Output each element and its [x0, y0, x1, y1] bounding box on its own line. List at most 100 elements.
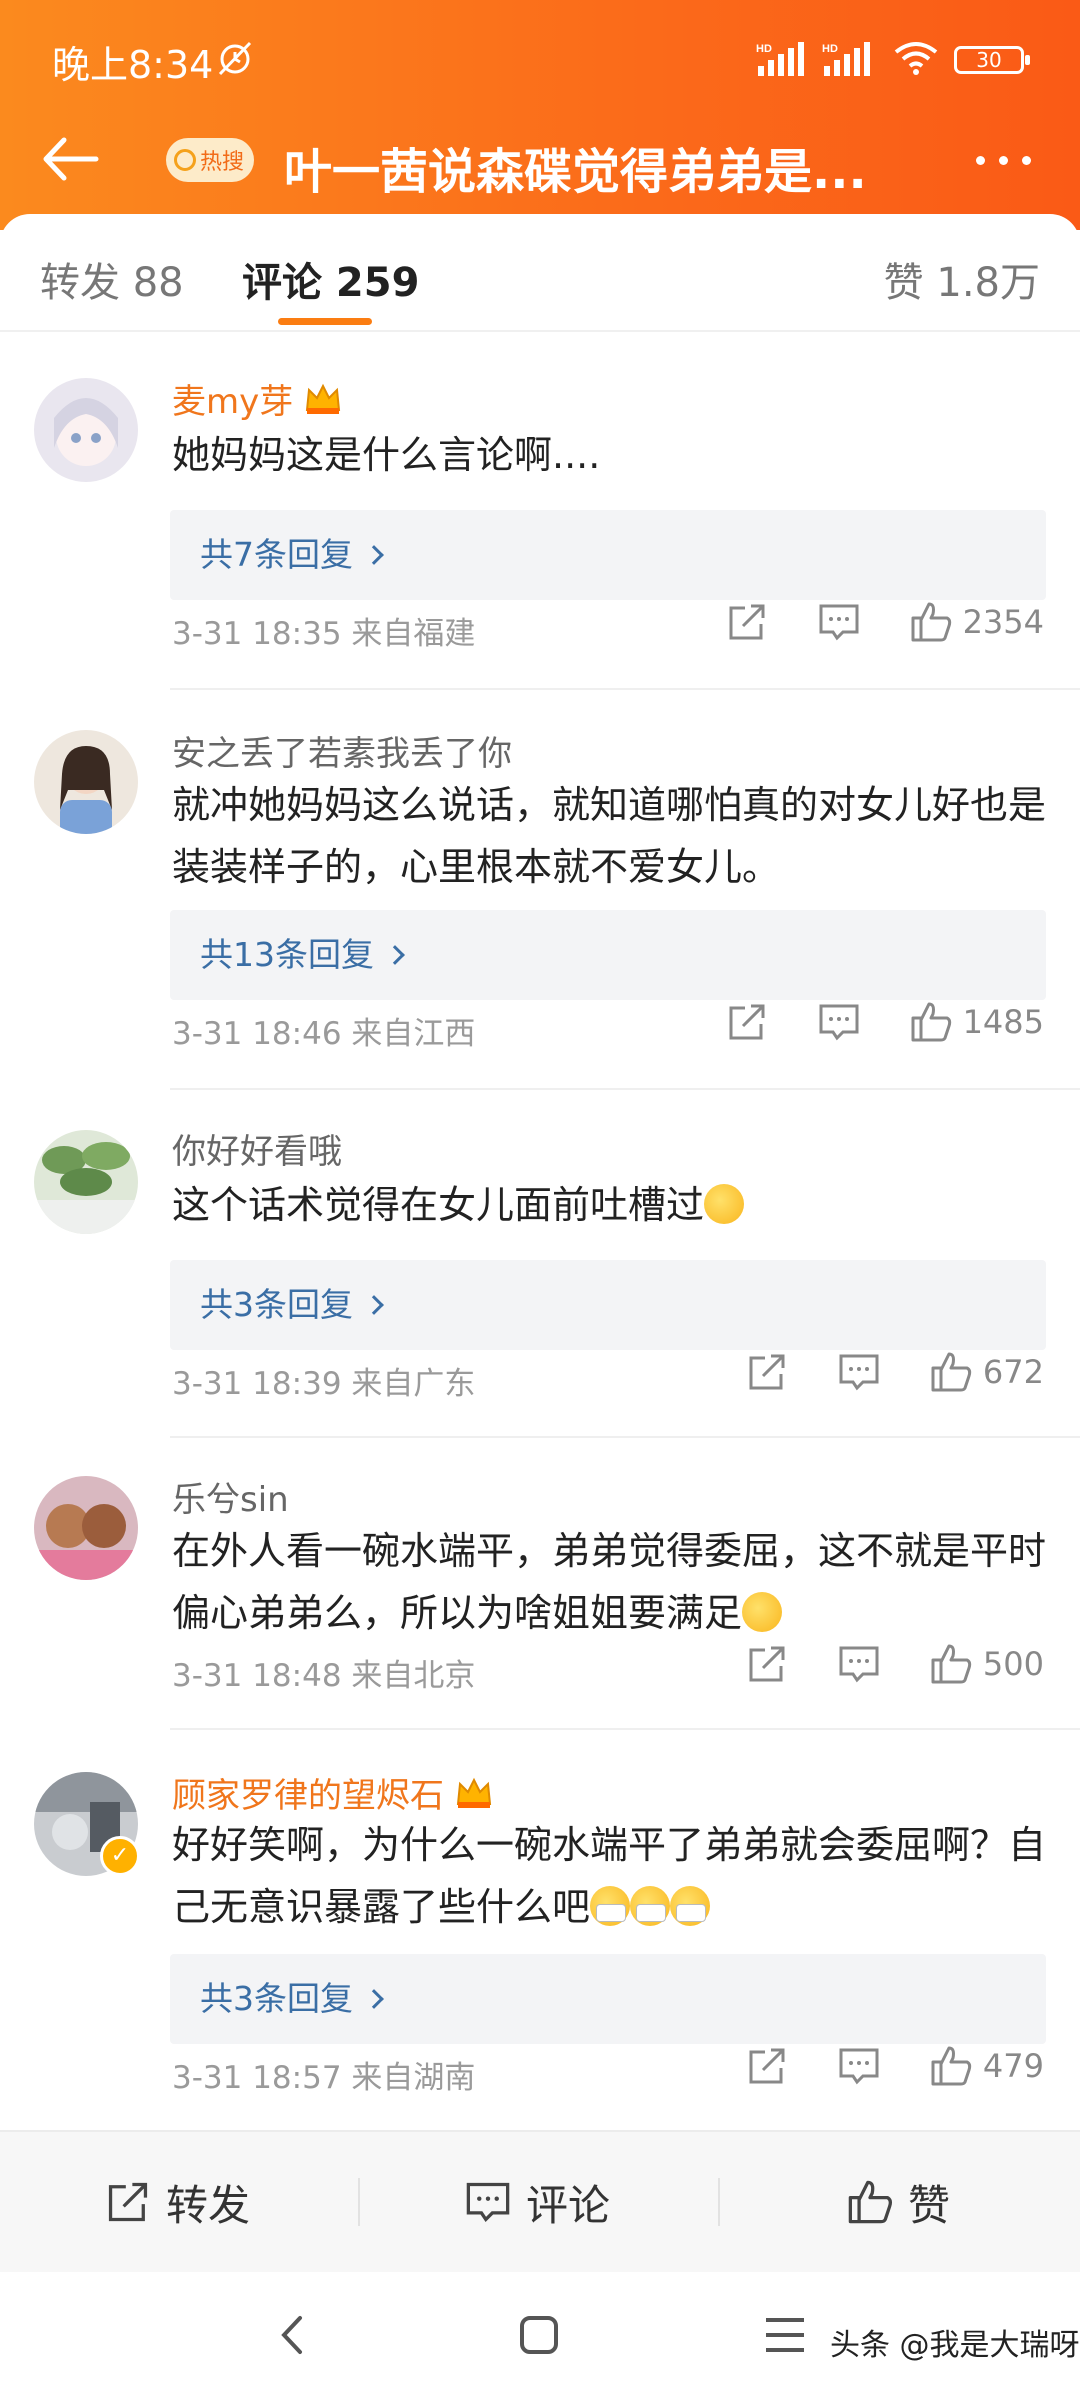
thumbs-up-icon	[931, 1644, 972, 1684]
svg-text:HD: HD	[822, 43, 838, 55]
divider	[170, 688, 1080, 690]
view-replies-button[interactable]: 共3条回复	[170, 1954, 1046, 2044]
watermark: 头条 @我是大瑞呀	[830, 2328, 1080, 2363]
share-icon[interactable]	[745, 1350, 789, 1394]
share-icon[interactable]	[745, 1642, 789, 1686]
divider	[170, 1728, 1080, 1730]
page-title: 叶一茜说森碟觉得弟弟是...	[284, 144, 867, 200]
comments-panel: 转发 88 评论 259 赞 1.8万 麦my芽 她妈妈这是什么言论啊.... …	[0, 214, 1080, 2400]
comment-username[interactable]: 你好好看哦	[172, 1124, 342, 1173]
emoji-mask-icon	[590, 1886, 631, 1926]
share-icon[interactable]	[745, 2044, 789, 2088]
share-icon	[108, 2182, 148, 2222]
like-count: 1485	[962, 1003, 1044, 1041]
share-icon[interactable]	[725, 1000, 769, 1044]
status-bar: 晚上8:34 HD HD 30	[0, 0, 1080, 120]
status-time: 晚上8:34	[52, 43, 214, 87]
hot-search-label: 热搜	[200, 150, 245, 175]
comment-icon[interactable]	[837, 1350, 881, 1394]
wifi-icon	[894, 42, 938, 75]
comment-icon[interactable]	[837, 2044, 881, 2088]
comment-icon[interactable]	[817, 600, 861, 644]
like-button[interactable]: 479	[929, 2044, 1044, 2088]
avatar[interactable]	[34, 730, 138, 834]
comment-meta: 3-31 18:46 来自江西	[172, 1016, 476, 1052]
bottom-action-bar: 转发 评论 赞	[0, 2130, 1080, 2272]
verified-badge-icon: ✓	[100, 1836, 140, 1876]
back-arrow-icon[interactable]	[40, 134, 100, 184]
avatar[interactable]	[34, 378, 138, 482]
like-count: 500	[982, 1645, 1044, 1683]
like-count: 672	[982, 1353, 1044, 1391]
comment-text: 她妈妈这是什么言论啊....	[172, 433, 601, 477]
comment-username[interactable]: 麦my芽	[172, 374, 343, 423]
chevron-right-icon	[364, 1295, 384, 1315]
like-button[interactable]: 1485	[909, 1000, 1044, 1044]
hot-search-badge[interactable]: 热搜	[166, 138, 255, 182]
comment-text: 这个话术觉得在女儿面前吐槽过	[172, 1174, 1052, 1236]
comment-username[interactable]: 安之丢了若素我丢了你	[172, 726, 512, 775]
comment-actions: 1485	[725, 1000, 1044, 1044]
thumbs-up-icon	[848, 2180, 892, 2224]
thumbs-up-icon	[931, 2046, 972, 2086]
view-replies-button[interactable]: 共13条回复	[170, 910, 1046, 1000]
battery-icon: 30	[954, 46, 1030, 74]
comment-text: 就冲她妈妈这么说话，就知道哪怕真的对女儿好也是装装样子的，心里根本就不爱女儿。	[172, 783, 1047, 889]
share-icon[interactable]	[725, 600, 769, 644]
signal-hd-2-icon: HD	[822, 42, 870, 76]
thumbs-up-icon	[911, 602, 951, 642]
avatar[interactable]	[34, 1130, 138, 1234]
alarm-off-icon	[218, 41, 252, 76]
repost-button[interactable]: 转发	[104, 2172, 250, 2232]
comment-actions: 479	[745, 2044, 1044, 2088]
comment-actions: 672	[745, 1350, 1044, 1394]
active-tab-indicator	[278, 318, 372, 325]
emoji-mask-icon	[630, 1886, 671, 1926]
chevron-right-icon	[385, 945, 405, 965]
back-icon[interactable]	[268, 2310, 318, 2360]
home-icon[interactable]	[514, 2310, 564, 2360]
emoji-shrug-icon	[742, 1592, 783, 1632]
avatar[interactable]	[34, 1476, 138, 1580]
app-header: 晚上8:34 HD HD 30 热搜 叶一茜说森碟觉得弟弟是...	[0, 0, 1080, 230]
divider	[170, 1088, 1080, 1090]
view-replies-button[interactable]: 共7条回复	[170, 510, 1046, 600]
view-replies-button[interactable]: 共3条回复	[170, 1260, 1046, 1350]
menu-icon[interactable]	[760, 2310, 810, 2360]
comment-username[interactable]: 顾家罗律的望烬石	[172, 1768, 494, 1817]
comment-text: 好好笑啊，为什么一碗水端平了弟弟就会委屈啊？自己无意识暴露了些什么吧	[172, 1823, 1047, 1929]
comment-icon[interactable]	[817, 1000, 861, 1044]
signal-hd-icon: HD	[756, 42, 804, 76]
tab-likes[interactable]: 赞 1.8万	[884, 250, 1040, 308]
comment-username[interactable]: 乐兮sin	[172, 1472, 289, 1521]
like-button[interactable]: 2354	[909, 600, 1044, 644]
like-button[interactable]: 500	[929, 1642, 1044, 1686]
comment-button[interactable]: 评论	[464, 2172, 610, 2232]
thumbs-up-icon	[931, 1352, 972, 1392]
comment-actions: 2354	[725, 600, 1044, 644]
chevron-right-icon	[364, 1989, 384, 2009]
divider	[358, 2178, 360, 2226]
divider	[170, 1436, 1080, 1438]
comment-icon	[466, 2182, 510, 2223]
divider	[718, 2178, 720, 2226]
svg-text:HD: HD	[756, 43, 772, 55]
emoji-yum-icon	[704, 1184, 745, 1224]
vip-crown-icon	[456, 1777, 492, 1808]
more-options-icon[interactable]	[976, 156, 1031, 165]
like-button[interactable]: 672	[929, 1350, 1044, 1394]
comment-actions: 500	[745, 1642, 1044, 1686]
emoji-mask-icon	[670, 1886, 711, 1926]
comment-meta: 3-31 18:48 来自北京	[172, 1658, 476, 1694]
tab-reposts[interactable]: 转发 88	[40, 250, 184, 308]
system-nav-bar: 头条 @我是大瑞呀	[0, 2272, 1080, 2400]
tab-comments[interactable]: 评论 259	[242, 250, 419, 308]
thumbs-up-icon	[911, 1002, 951, 1042]
comment-icon[interactable]	[837, 1642, 881, 1686]
comment-meta: 3-31 18:35 来自福建	[172, 616, 476, 652]
like-post-button[interactable]: 赞	[846, 2172, 950, 2232]
battery-level: 30	[976, 48, 1002, 72]
comment-meta: 3-31 18:57 来自湖南	[172, 2060, 476, 2096]
like-count: 2354	[962, 603, 1044, 641]
comment-text: 在外人看一碗水端平，弟弟觉得委屈，这不就是平时偏心弟弟么，所以为啥姐姐要满足	[172, 1529, 1047, 1635]
